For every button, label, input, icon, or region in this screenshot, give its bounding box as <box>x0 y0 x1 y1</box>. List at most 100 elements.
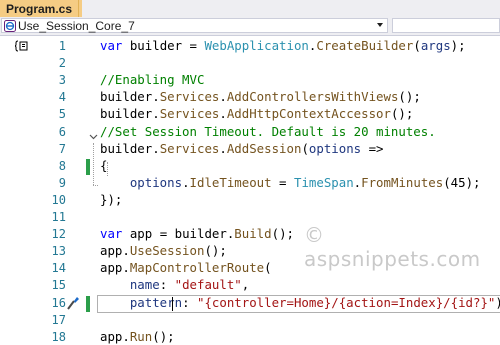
line-number: 14 <box>51 261 66 276</box>
change-indicator-bar <box>86 159 90 175</box>
code-token: //Set Session Timeout. Default is 20 min… <box>100 123 436 139</box>
watermark: © aspsnippets.com <box>304 223 481 271</box>
code-token: ( <box>301 140 309 156</box>
code-line[interactable]: 1 var builder = WebApplication.CreateBuil… <box>0 38 500 54</box>
code-editor[interactable]: 1 var builder = WebApplication.CreateBuil… <box>0 36 500 344</box>
code-token: (); <box>271 226 294 242</box>
code-token: builder. <box>100 140 160 156</box>
code-token: Build <box>234 226 272 242</box>
indent-guide-line <box>107 162 108 176</box>
code-token: app. <box>100 328 130 344</box>
text-caret <box>172 297 173 311</box>
chevron-down-icon[interactable] <box>377 23 383 27</box>
change-indicator-bar <box>86 296 90 312</box>
code-token: WebApplication <box>204 38 309 53</box>
code-line[interactable]: 15 name: "default", <box>0 277 500 293</box>
code-token: app. <box>100 260 130 276</box>
code-token: Run <box>129 328 153 344</box>
code-line[interactable]: 8{ <box>0 158 500 174</box>
code-token: ( <box>264 260 272 276</box>
code-token: , <box>241 277 250 293</box>
document-tab-strip: Program.cs <box>0 0 500 18</box>
code-token: name <box>129 277 160 293</box>
project-name: Use_Session_Core_7 <box>18 18 135 33</box>
code-line[interactable]: 17 <box>0 312 500 328</box>
line-number: 16 <box>51 295 66 310</box>
code-token: MapControllerRoute <box>129 260 265 276</box>
tab-label: Program.cs <box>6 1 73 16</box>
code-line[interactable]: 18 app.Run(); <box>0 329 500 345</box>
code-token: . <box>182 174 190 190</box>
code-token: options <box>129 174 183 190</box>
code-token: ); <box>450 38 466 53</box>
line-number: 10 <box>51 192 66 207</box>
code-token: (); <box>152 328 175 344</box>
tab-strip-empty-area <box>82 0 500 18</box>
project-dropdown[interactable]: Use_Session_Core_7 <box>1 18 388 33</box>
code-token: Services <box>159 89 220 105</box>
tab-program-cs[interactable]: Program.cs <box>0 0 80 17</box>
code-token: => <box>361 140 384 156</box>
code-line[interactable]: 9 options.IdleTimeout = TimeSpan.FromMin… <box>0 175 500 191</box>
code-line[interactable]: 7 builder.Services.AddSession(options => <box>0 141 500 157</box>
code-line[interactable]: 5 builder.Services.AddHttpContextAccessor… <box>0 106 500 122</box>
code-line[interactable]: 4 builder.Services.AddControllersWithView… <box>0 89 500 105</box>
line-number: 5 <box>58 107 66 122</box>
code-token: UseSession <box>129 243 205 259</box>
code-line[interactable]: 3 //Enabling MVC <box>0 72 500 88</box>
screwdriver-icon[interactable] <box>66 295 80 311</box>
line-number: 15 <box>51 278 66 293</box>
code-token: . <box>219 89 227 105</box>
line-number: 18 <box>51 329 66 344</box>
current-line-highlight <box>97 295 500 313</box>
code-token: builder. <box>100 106 160 122</box>
code-token: AddControllersWithViews <box>226 89 399 105</box>
line-number: 13 <box>51 244 66 259</box>
code-token: Services <box>159 106 220 122</box>
code-token: . <box>219 106 227 122</box>
line-number: 6 <box>58 124 66 139</box>
code-token: }); <box>100 191 123 207</box>
code-text: builder.Services.AddSession(options => <box>100 141 384 157</box>
code-line[interactable]: 2 <box>0 55 500 71</box>
code-token: options <box>308 140 362 156</box>
code-token: IdleTimeout <box>189 174 272 190</box>
code-text: //Set Session Timeout. Default is 20 min… <box>100 124 436 140</box>
code-text: var builder = WebApplication.CreateBuild… <box>100 38 466 54</box>
code-token: FromMinutes <box>361 174 444 190</box>
line-number: 17 <box>51 312 66 327</box>
code-token: . <box>219 140 227 156</box>
code-token: (); <box>398 89 421 105</box>
code-text: //Enabling MVC <box>100 72 204 88</box>
fold-guide-line <box>93 143 94 185</box>
code-line[interactable]: 10}); <box>0 192 500 208</box>
fold-guide-line <box>93 185 98 186</box>
code-token: ( <box>413 38 421 53</box>
code-token: CreateBuilder <box>316 38 414 53</box>
code-token: "default" <box>174 277 242 293</box>
member-dropdown[interactable] <box>392 18 500 33</box>
code-text: options.IdleTimeout = TimeSpan.FromMinut… <box>100 175 481 191</box>
code-token: var <box>100 226 123 242</box>
code-token: app = builder. <box>122 226 235 242</box>
code-token: Services <box>159 140 220 156</box>
line-number: 9 <box>58 175 66 190</box>
code-token: //Enabling MVC <box>100 72 205 88</box>
code-token: (); <box>204 243 227 259</box>
code-text: app.Run(); <box>100 329 175 345</box>
code-text: builder.Services.AddControllersWithViews… <box>100 89 421 105</box>
code-token: builder. <box>100 89 160 105</box>
code-token: TimeSpan <box>293 174 354 190</box>
code-line[interactable]: 6 //Set Session Timeout. Default is 20 mi… <box>0 124 500 140</box>
code-token: builder = <box>122 38 205 53</box>
code-text: var app = builder.Build(); <box>100 226 294 242</box>
navigation-bar: Use_Session_Core_7 <box>0 17 500 36</box>
collapse-toggle-icon[interactable] <box>89 132 98 141</box>
code-token: : <box>159 277 175 293</box>
code-text: name: "default", <box>100 277 249 293</box>
line-number: 11 <box>51 210 66 224</box>
code-token: var <box>100 38 123 53</box>
code-token: args <box>420 38 451 53</box>
